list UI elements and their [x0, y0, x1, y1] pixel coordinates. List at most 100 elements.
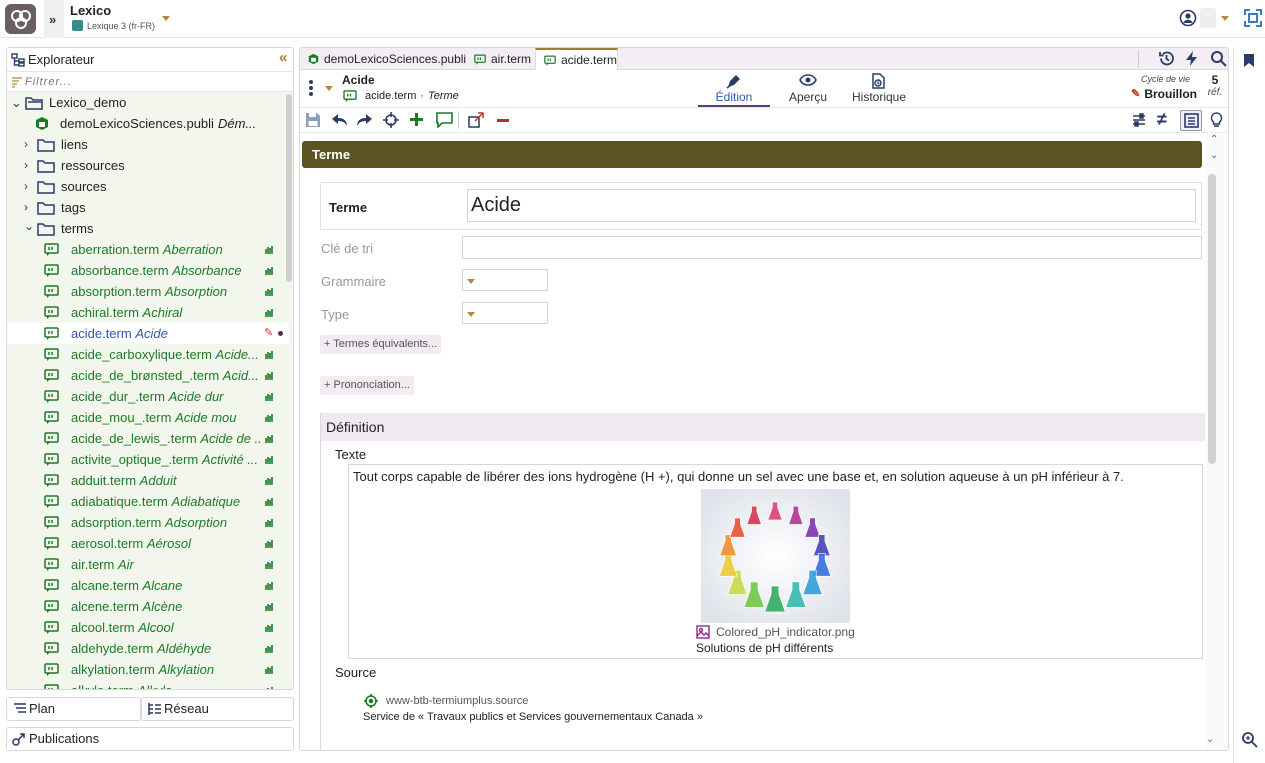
- add-equivalent-terms-button[interactable]: + Termes équivalents...: [320, 335, 442, 354]
- chevron-up-icon[interactable]: ⌃: [1210, 134, 1218, 145]
- app-switch-caret-icon[interactable]: [162, 16, 170, 21]
- app-logo-icon[interactable]: [5, 4, 36, 34]
- type-select[interactable]: [462, 302, 548, 324]
- save-icon[interactable]: [305, 112, 321, 128]
- view-apercu[interactable]: Aperçu: [780, 70, 836, 107]
- chevron-right-icon[interactable]: ›: [24, 176, 28, 197]
- references-count[interactable]: 5 réf.: [1205, 73, 1225, 98]
- tree-term-row[interactable]: activite_optique_.term Activité ...: [7, 449, 289, 470]
- comment-icon[interactable]: [436, 112, 453, 128]
- chevron-down-icon[interactable]: ⌄: [1210, 150, 1218, 161]
- plan-button[interactable]: Plan: [6, 697, 141, 721]
- tree-term-row[interactable]: adiabatique.term Adiabatique: [7, 491, 289, 512]
- chevron-right-icon[interactable]: ›: [24, 197, 28, 218]
- add-icon[interactable]: [409, 112, 424, 127]
- bookmark-icon[interactable]: [1243, 53, 1255, 68]
- source-link[interactable]: www-btb-termiumplus.source: [364, 694, 528, 708]
- search-icon[interactable]: [1210, 50, 1227, 67]
- tree-folder-ressources[interactable]: › ressources: [9, 155, 289, 176]
- status-chart-icon: [264, 559, 274, 569]
- remove-icon[interactable]: [497, 119, 509, 122]
- reseau-button[interactable]: Réseau: [141, 697, 294, 721]
- tree-term-row[interactable]: alcool.term Alcool: [7, 617, 289, 638]
- tree-term-row[interactable]: air.term Air: [7, 554, 289, 575]
- open-external-icon[interactable]: [468, 112, 485, 128]
- form-scrollbar[interactable]: ⌃ ⌄ ⌄: [1206, 134, 1228, 750]
- tree-term-row[interactable]: alcene.term Alcène: [7, 596, 289, 617]
- add-pronunciation-button[interactable]: + Prononciation...: [320, 376, 414, 395]
- tree-term-row[interactable]: acide_dur_.term Acide dur: [7, 386, 289, 407]
- tree-term-row[interactable]: achiral.term Achiral: [7, 302, 289, 323]
- filter-input[interactable]: [25, 74, 255, 89]
- history-icon[interactable]: [1158, 50, 1175, 67]
- grammaire-select[interactable]: [462, 269, 548, 291]
- chevron-right-icon[interactable]: ›: [24, 155, 28, 176]
- tree-folder-terms[interactable]: ⌄ terms: [9, 218, 289, 239]
- undo-icon[interactable]: [331, 112, 348, 128]
- eye-icon: [799, 74, 817, 86]
- not-equal-icon[interactable]: ≠: [1157, 109, 1167, 130]
- tree-term-row[interactable]: aldehyde.term Aldéhyde: [7, 638, 289, 659]
- kebab-menu-icon[interactable]: [308, 79, 314, 97]
- tree-term-row[interactable]: acide_carboxylique.term Acide...: [7, 344, 289, 365]
- tree-root[interactable]: ⌄ Lexico_demo: [9, 92, 289, 113]
- status-chart-icon: [264, 517, 274, 527]
- user-menu-caret-icon[interactable]: [1221, 16, 1229, 21]
- tab-air-term[interactable]: air.term: [466, 48, 536, 70]
- tree-term-row[interactable]: alkyle.term Alkyle: [7, 680, 289, 689]
- tree-term-row[interactable]: adsorption.term Adsorption: [7, 512, 289, 533]
- tree-term-row[interactable]: aberration.term Aberration: [7, 239, 289, 260]
- app-subtitle[interactable]: Lexique 3 (fr-FR): [72, 20, 155, 31]
- chevron-down-icon[interactable]: ⌄: [24, 216, 34, 237]
- tree-term-row[interactable]: aerosol.term Aérosol: [7, 533, 289, 554]
- doc-menu-caret-icon[interactable]: [325, 86, 333, 91]
- lightbulb-icon[interactable]: [1210, 112, 1223, 128]
- view-edition[interactable]: Édition: [698, 70, 770, 107]
- fullscreen-icon[interactable]: [1244, 9, 1262, 27]
- tab-acide-term[interactable]: acide.term: [535, 48, 618, 70]
- status-chart-icon: [264, 454, 274, 464]
- sliders-icon[interactable]: [1131, 112, 1147, 128]
- status-chart-icon: [264, 622, 274, 632]
- tree-term-row[interactable]: acide_mou_.term Acide mou: [7, 407, 289, 428]
- status-chart-icon: [264, 412, 274, 422]
- redo-icon[interactable]: [356, 112, 373, 128]
- chevron-right-icon[interactable]: ›: [24, 134, 28, 155]
- ph-indicator-image[interactable]: [701, 489, 850, 623]
- cle-de-tri-input[interactable]: [462, 236, 1202, 259]
- zoom-search-icon[interactable]: [1241, 731, 1258, 748]
- tree-scrollbar[interactable]: [286, 94, 292, 282]
- tree-term-row[interactable]: adduit.term Adduit: [7, 470, 289, 491]
- tree-term-row[interactable]: alkylation.term Alkylation: [7, 659, 289, 680]
- tree-term-row[interactable]: absorbance.term Absorbance: [7, 260, 289, 281]
- view-historique[interactable]: Historique: [846, 70, 912, 107]
- form-view-icon[interactable]: [1180, 110, 1202, 131]
- scroll-down-arrow-icon[interactable]: ⌄: [1206, 734, 1214, 745]
- collapse-panel-icon[interactable]: «: [279, 49, 287, 66]
- image-file-link[interactable]: Colored_pH_indicator.png: [696, 625, 855, 639]
- tree-term-row[interactable]: alcane.term Alcane: [7, 575, 289, 596]
- publications-button[interactable]: Publications: [6, 727, 294, 751]
- definition-text-editor[interactable]: Tout corps capable de libérer des ions h…: [348, 464, 1203, 659]
- term-icon: [44, 327, 59, 340]
- status-chart-icon: [264, 538, 274, 548]
- tab-publi[interactable]: demoLexicoSciences.publi: [300, 48, 470, 70]
- filter-bar[interactable]: [7, 72, 293, 92]
- tree-folder-liens[interactable]: › liens: [9, 134, 289, 155]
- terme-input[interactable]: [467, 189, 1196, 222]
- term-icon: [44, 579, 59, 592]
- right-rail: [1233, 47, 1265, 763]
- lightning-icon[interactable]: [1184, 50, 1199, 67]
- user-account-icon[interactable]: [1179, 9, 1197, 27]
- term-icon: [44, 306, 59, 319]
- tree-folder-tags[interactable]: › tags: [9, 197, 289, 218]
- crosshair-icon[interactable]: [383, 112, 399, 128]
- scrollbar-thumb[interactable]: [1208, 174, 1216, 464]
- tree-term-row[interactable]: acide_de_brønsted_.term Acid...: [7, 365, 289, 386]
- tree-folder-sources[interactable]: › sources: [9, 176, 289, 197]
- tree-term-row[interactable]: absorption.term Absorption: [7, 281, 289, 302]
- expand-sidebar-button[interactable]: »: [44, 0, 64, 38]
- tree-term-row[interactable]: acide_de_lewis_.term Acide de ...: [7, 428, 289, 449]
- tree-publi[interactable]: demoLexicoSciences.publi Dém...: [9, 113, 289, 134]
- tree-term-row[interactable]: acide.term Acide ✎: [7, 323, 289, 344]
